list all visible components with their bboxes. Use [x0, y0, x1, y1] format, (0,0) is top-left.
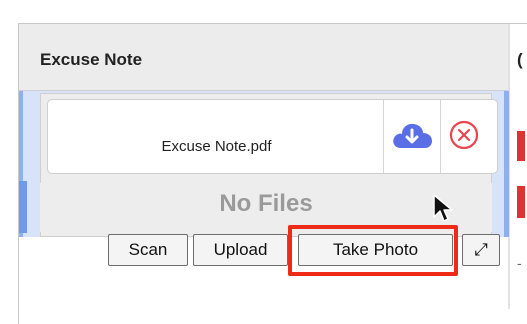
upload-button[interactable]: Upload — [193, 234, 288, 266]
no-files-message: No Files — [219, 190, 313, 217]
status-marker — [517, 186, 525, 218]
scan-button[interactable]: Scan — [108, 234, 188, 266]
card-divider — [383, 100, 384, 173]
circle-x-icon[interactable] — [447, 118, 481, 152]
trailing-mark: - — [517, 255, 522, 271]
row-edge-left-active — [19, 181, 27, 233]
expand-button[interactable]: ⤢ — [462, 234, 500, 266]
mouse-pointer-icon — [433, 194, 453, 222]
row-edge-right — [504, 91, 509, 237]
status-marker — [517, 131, 525, 161]
card-divider — [440, 100, 441, 173]
attachment-file-name[interactable]: Excuse Note.pdf — [50, 138, 383, 155]
column-header-next: ( — [517, 50, 523, 69]
column-header-excuse-note: Excuse Note — [40, 50, 143, 69]
take-photo-button[interactable]: Take Photo — [298, 234, 453, 266]
cloud-download-icon[interactable] — [390, 118, 434, 154]
